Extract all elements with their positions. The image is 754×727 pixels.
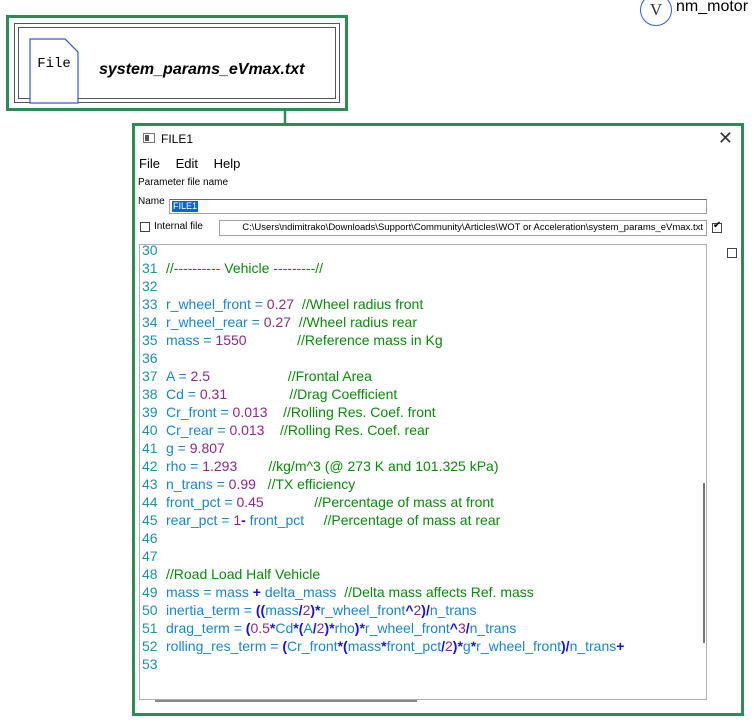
title-bar[interactable]: FILE1 ✕ [135, 126, 741, 152]
code-text: mass = mass + delta_mass //Delta mass af… [166, 584, 534, 600]
code-text: r_wheel_rear = 0.27 //Wheel radius rear [166, 314, 417, 330]
line-number: 43 [142, 476, 158, 492]
line-number: 30 [142, 244, 158, 258]
side-checkbox[interactable] [727, 248, 737, 258]
code-text: n_trans = 0.99 //TX efficiency [166, 476, 356, 492]
code-text: inertia_term = ((mass/2)*r_wheel_front^2… [166, 602, 477, 618]
line-number: 31 [142, 260, 158, 276]
file-path-input[interactable]: C:\Users\ndimitrako\Downloads\Support\Co… [219, 220, 707, 236]
line-number: 42 [142, 458, 158, 474]
name-input-value: FILE1 [172, 201, 199, 212]
code-text: front_pct = 0.45 //Percentage of mass at… [166, 494, 495, 510]
line-number: 34 [142, 314, 158, 330]
line-number: 51 [142, 620, 158, 636]
code-text: drag_term = (0.5*Cd*(A/2)*rho)*r_wheel_f… [166, 620, 517, 636]
file-window[interactable]: FILE1 ✕ File Edit Help Parameter file na… [132, 123, 744, 716]
line-number: 33 [142, 296, 158, 312]
window-title: FILE1 [161, 132, 194, 146]
line-number: 38 [142, 386, 158, 402]
line-number: 46 [142, 530, 158, 546]
vertical-scrollbar[interactable] [703, 483, 705, 643]
internal-file-checkbox[interactable] [140, 222, 150, 232]
horizontal-scrollbar[interactable] [155, 700, 417, 702]
line-number: 44 [142, 494, 158, 510]
line-number: 52 [142, 638, 158, 654]
code-text: r_wheel_front = 0.27 //Wheel radius fron… [166, 296, 424, 312]
menu-edit[interactable]: Edit [176, 156, 198, 171]
code-text: mass = 1550 //Reference mass in Kg [166, 332, 443, 348]
code-editor[interactable]: 30 31 //---------- Vehicle ---------// 32 33… [139, 244, 707, 700]
code-text: //Road Load Half Vehicle [166, 566, 321, 582]
line-number: 49 [142, 584, 158, 600]
line-number: 37 [142, 368, 158, 384]
line-number: 41 [142, 440, 158, 456]
path-checkbox[interactable] [712, 220, 722, 233]
line-number: 53 [142, 656, 158, 672]
close-icon[interactable]: ✕ [718, 128, 733, 149]
line-number: 40 [142, 422, 158, 438]
code-text: //---------- Vehicle ---------// [166, 260, 324, 276]
code-text: Cd = 0.31 //Drag Coefficient [166, 386, 398, 402]
code-text: rolling_res_term = (Cr_front*(mass*front… [166, 638, 625, 654]
code-text: g = 9.807 [166, 440, 225, 456]
menu-file[interactable]: File [139, 156, 160, 171]
line-number: 45 [142, 512, 158, 528]
line-number: 32 [142, 278, 158, 294]
menu-help[interactable]: Help [214, 156, 241, 171]
section-label: Parameter file name [138, 177, 229, 188]
code-text: A = 2.5 //Frontal Area [166, 368, 372, 384]
code-text: rear_pct = 1- front_pct //Percentage of … [166, 512, 501, 528]
line-number: 36 [142, 350, 158, 366]
code-text: Cr_rear = 0.013 //Rolling Res. Coef. rea… [166, 422, 430, 438]
line-number: 50 [142, 602, 158, 618]
menu-bar: File Edit Help [139, 156, 252, 174]
internal-file-label: Internal file [154, 221, 203, 232]
line-number: 35 [142, 332, 158, 348]
line-number: 48 [142, 566, 158, 582]
line-number: 47 [142, 548, 158, 564]
file-path-value: C:\Users\ndimitrako\Downloads\Support\Co… [242, 222, 703, 233]
code-text: Cr_front = 0.013 //Rolling Res. Coef. fr… [166, 404, 436, 420]
window-icon [143, 133, 155, 143]
name-input[interactable]: FILE1 [169, 199, 707, 214]
line-number: 39 [142, 404, 158, 420]
name-label: Name [138, 196, 165, 207]
code-text: rho = 1.293 //kg/m^3 (@ 273 K and 101.32… [166, 458, 499, 474]
